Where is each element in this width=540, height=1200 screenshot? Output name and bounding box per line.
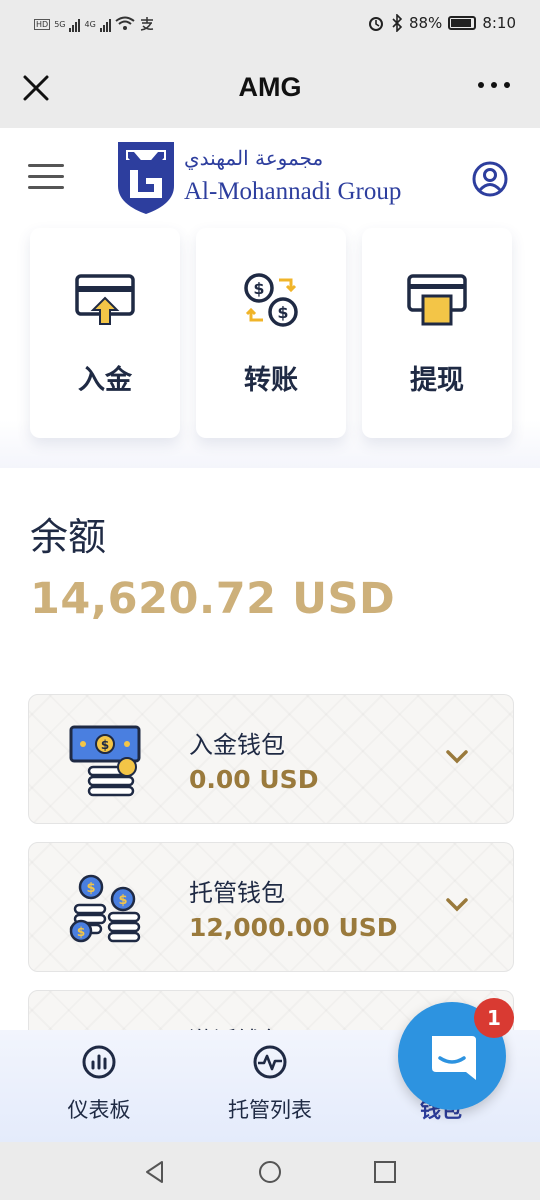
action-cards: 入金 $ $ 转账 提现	[0, 228, 540, 468]
nav-custody-list-label: 托管列表	[228, 1098, 312, 1122]
transfer-icon: $ $	[244, 273, 298, 327]
clock: 8:10	[482, 14, 516, 32]
status-left: HD 5G 4G	[34, 16, 155, 32]
dashboard-icon	[82, 1045, 116, 1079]
logo-arabic-text: مجموعة المهندي	[184, 146, 324, 170]
deposit-icon	[75, 274, 135, 325]
deposit-label: 入金	[78, 365, 132, 396]
withdraw-icon	[407, 274, 467, 326]
svg-text:$: $	[86, 881, 95, 896]
battery-percent: 88%	[408, 14, 443, 32]
svg-text:$: $	[277, 303, 288, 322]
bluetooth-icon	[392, 14, 403, 32]
status-right: 88% 8:10	[367, 14, 516, 32]
nav-dashboard[interactable]: 仪表板	[24, 1030, 174, 1142]
nav-dashboard-label: 仪表板	[67, 1098, 131, 1122]
back-icon[interactable]	[142, 1159, 168, 1185]
wifi-icon	[115, 16, 135, 30]
wallet-amount: 0.00 USD	[189, 765, 319, 794]
pulse-icon	[253, 1045, 287, 1079]
transfer-card[interactable]: $ $ 转账	[196, 228, 346, 438]
logo[interactable]: مجموعة المهندي Al-Mohannadi Group	[116, 136, 416, 218]
wallet-card-custody[interactable]: $ $ $ 托管钱包 12,000.00 USD	[28, 842, 514, 972]
status-bar: HD 5G 4G 88% 8:10	[0, 0, 540, 52]
balance-value: 14,620.72 USD	[30, 574, 396, 624]
chevron-down-icon[interactable]	[445, 749, 469, 765]
svg-text:$: $	[118, 893, 127, 908]
transfer-label: 转账	[244, 365, 298, 396]
chat-icon	[432, 1036, 476, 1080]
hd-label: HD	[34, 18, 51, 30]
wallet-name: 托管钱包	[189, 879, 285, 907]
notification-badge: 1	[474, 998, 514, 1038]
alarm-icon	[368, 17, 383, 31]
signal-icon-2	[99, 16, 111, 32]
alipay-icon	[140, 17, 153, 31]
system-nav-bar	[0, 1142, 540, 1200]
nav-custody-list[interactable]: 托管列表	[195, 1030, 345, 1142]
wallet-card-deposit[interactable]: $ 入金钱包 0.00 USD	[28, 694, 514, 824]
withdraw-card[interactable]: 提现	[362, 228, 512, 438]
recents-icon[interactable]	[372, 1159, 398, 1185]
svg-text:$: $	[253, 279, 264, 298]
app-title: AMG	[238, 72, 302, 102]
wallet-name: 入金钱包	[189, 731, 285, 759]
battery-icon	[448, 16, 477, 30]
home-icon[interactable]	[257, 1159, 283, 1185]
chevron-down-icon[interactable]	[445, 897, 469, 913]
svg-text:$: $	[101, 738, 109, 752]
balance-label: 余额	[30, 515, 107, 559]
deposit-card[interactable]: 入金	[30, 228, 180, 438]
logo-name: Al-Mohannadi Group	[184, 178, 402, 205]
wallet-amount: 12,000.00 USD	[189, 913, 398, 942]
withdraw-label: 提现	[410, 365, 464, 396]
site-header: مجموعة المهندي Al-Mohannadi Group	[0, 128, 540, 228]
more-icon[interactable]	[478, 82, 510, 88]
coins-icon: $ $ $	[69, 874, 141, 943]
cash-icon: $	[69, 725, 141, 797]
app-title-bar: AMG	[0, 52, 540, 128]
menu-icon[interactable]	[28, 164, 64, 190]
net-4g-label: 4G	[84, 19, 96, 29]
user-icon[interactable]	[472, 161, 508, 197]
logo-shield-icon	[118, 142, 174, 214]
net-5g-label: 5G	[54, 19, 66, 29]
signal-icon	[69, 16, 81, 32]
svg-text:$: $	[77, 925, 85, 939]
